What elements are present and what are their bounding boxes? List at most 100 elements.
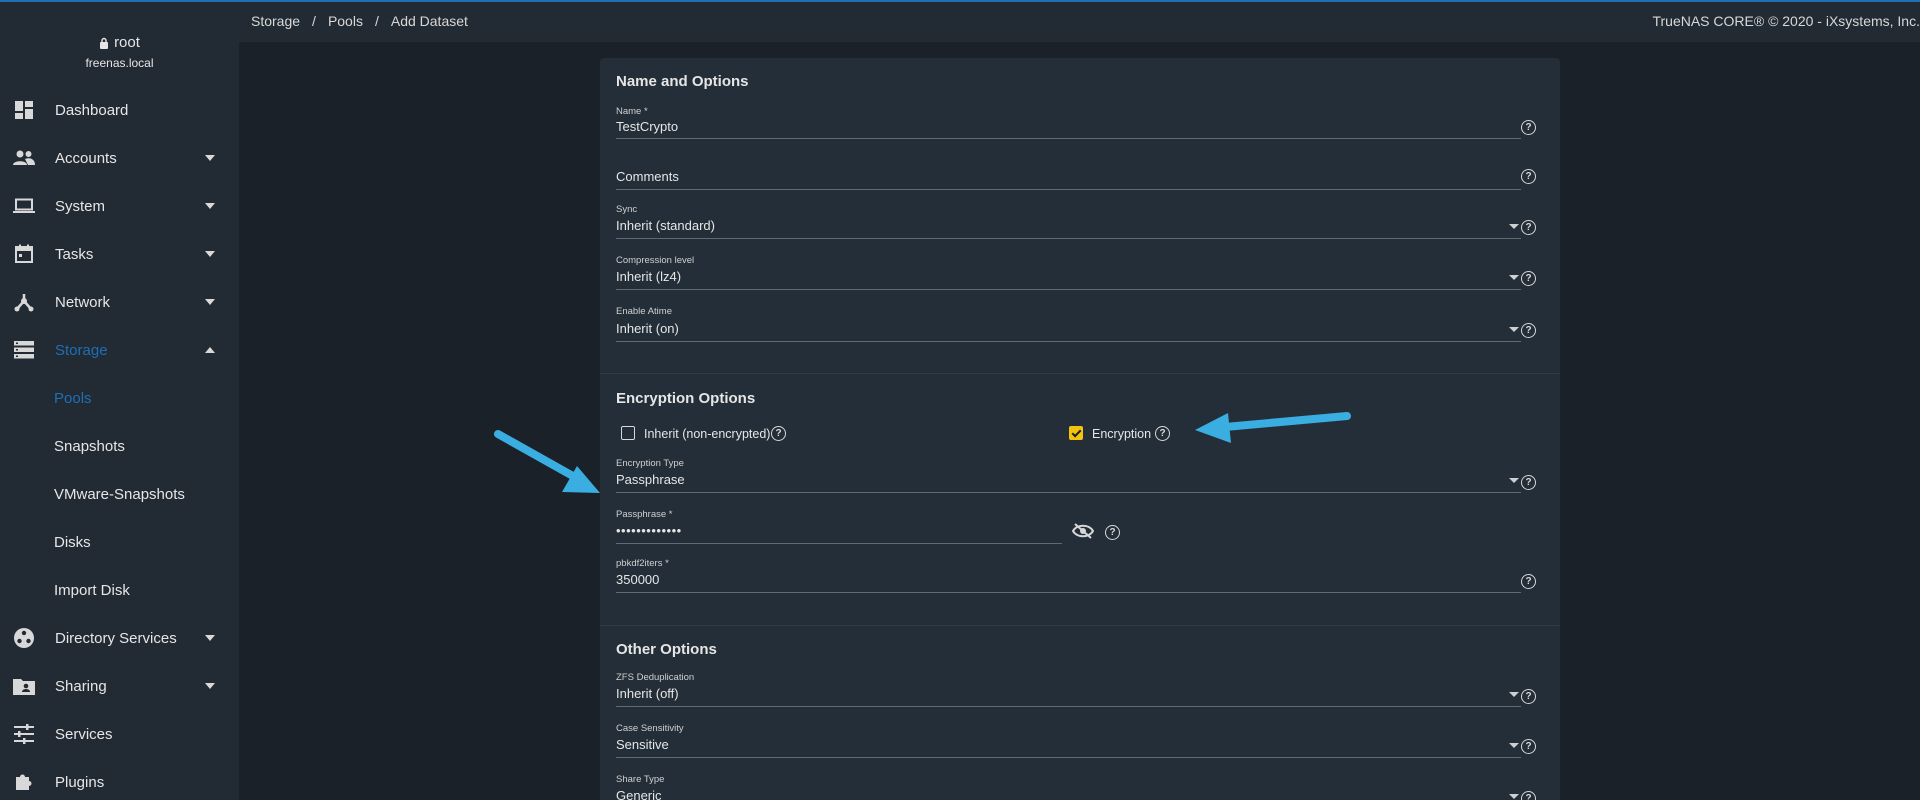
sidebar-item-label: Dashboard	[55, 101, 129, 119]
chevron-down-icon	[205, 299, 215, 305]
help-icon[interactable]: ?	[1521, 689, 1536, 704]
help-icon[interactable]: ?	[1521, 120, 1536, 135]
help-icon[interactable]: ?	[771, 426, 786, 441]
field-underline	[616, 492, 1521, 493]
help-icon[interactable]: ?	[1521, 739, 1536, 754]
lock-icon	[100, 37, 109, 49]
section-title-encryption: Encryption Options	[616, 390, 756, 407]
case-sensitivity-select[interactable]: Case Sensitivity Sensitive	[616, 723, 1521, 759]
pbkdf2iters-label: pbkdf2iters *	[616, 558, 669, 569]
passphrase-value: •••••••••••••	[616, 523, 682, 538]
sidebar-item-directory-services[interactable]: Directory Services	[0, 618, 239, 658]
folder-share-icon	[13, 675, 35, 697]
chevron-down-icon	[1509, 692, 1519, 697]
help-icon[interactable]: ?	[1155, 426, 1170, 441]
user-name: root	[0, 34, 239, 51]
sidebar-item-label: Directory Services	[55, 629, 177, 647]
sidebar-subitem-label: VMware-Snapshots	[54, 485, 185, 503]
help-icon[interactable]: ?	[1521, 271, 1536, 286]
name-value: TestCrypto	[616, 119, 679, 134]
sidebar-item-label: Accounts	[55, 149, 117, 167]
compression-select[interactable]: Compression level Inherit (lz4)	[616, 255, 1521, 291]
chevron-down-icon	[205, 683, 215, 689]
help-icon[interactable]: ?	[1521, 791, 1536, 800]
section-divider	[600, 625, 1560, 626]
sidebar-item-storage[interactable]: Storage	[0, 330, 239, 370]
sidebar-item-accounts[interactable]: Accounts	[0, 138, 239, 178]
sidebar-item-tasks[interactable]: Tasks	[0, 234, 239, 274]
help-icon[interactable]: ?	[1521, 475, 1536, 490]
sync-value: Inherit (standard)	[616, 218, 715, 233]
sidebar-subitem-disks[interactable]: Disks	[0, 522, 239, 562]
passphrase-label: Passphrase *	[616, 509, 673, 520]
encryption-checkbox-label: Encryption	[1092, 427, 1152, 441]
storage-icon	[13, 339, 35, 361]
sidebar-subitem-snapshots[interactable]: Snapshots	[0, 426, 239, 466]
breadcrumb-separator: /	[374, 13, 379, 29]
case-sensitivity-label: Case Sensitivity	[616, 723, 684, 734]
passphrase-field[interactable]: Passphrase * •••••••••••••	[616, 509, 1062, 545]
laptop-icon	[13, 195, 35, 217]
accounts-icon	[13, 147, 35, 169]
sidebar-subitem-pools[interactable]: Pools	[0, 378, 239, 418]
name-label: Name *	[616, 106, 648, 117]
help-icon[interactable]: ?	[1105, 525, 1120, 540]
sidebar-item-label: Sharing	[55, 677, 107, 695]
sidebar-subitem-label: Disks	[54, 533, 91, 551]
sidebar-item-system[interactable]: System	[0, 186, 239, 226]
sidebar-item-label: Tasks	[55, 245, 94, 263]
inherit-checkbox[interactable]	[621, 426, 635, 440]
sidebar-item-label: Network	[55, 293, 111, 311]
sidebar-item-label: Storage	[55, 341, 108, 359]
breadcrumb-pools[interactable]: Pools	[328, 13, 363, 29]
chevron-down-icon	[1509, 743, 1519, 748]
atime-label: Enable Atime	[616, 306, 672, 317]
pbkdf2iters-field[interactable]: pbkdf2iters * 350000	[616, 558, 1521, 594]
share-type-select[interactable]: Share Type Generic	[616, 774, 1521, 800]
sidebar-item-network[interactable]: Network	[0, 282, 239, 322]
help-icon[interactable]: ?	[1521, 169, 1536, 184]
field-underline	[616, 341, 1521, 342]
sync-select[interactable]: Sync Inherit (standard)	[616, 204, 1521, 240]
user-name-label: root	[114, 34, 140, 51]
help-icon[interactable]: ?	[1521, 574, 1536, 589]
sidebar-subitem-label: Snapshots	[54, 437, 125, 455]
sidebar-item-dashboard[interactable]: Dashboard	[0, 90, 239, 130]
inherit-checkbox-label: Inherit (non-encrypted)	[644, 427, 771, 441]
add-dataset-form: Name and Options Name * TestCrypto ? Com…	[600, 58, 1560, 800]
atime-select[interactable]: Enable Atime Inherit (on)	[616, 306, 1521, 342]
chevron-down-icon	[205, 203, 215, 209]
dedup-select[interactable]: ZFS Deduplication Inherit (off)	[616, 672, 1521, 708]
help-icon[interactable]: ?	[1521, 323, 1536, 338]
encryption-checkbox[interactable]	[1069, 426, 1083, 440]
share-type-label: Share Type	[616, 774, 665, 785]
chevron-down-icon	[1509, 327, 1519, 332]
sidebar-item-services[interactable]: Services	[0, 714, 239, 754]
network-icon	[13, 291, 35, 313]
brand-copyright: TrueNAS CORE® © 2020 - iXsystems, Inc.	[1652, 13, 1920, 29]
encryption-type-select[interactable]: Encryption Type Passphrase	[616, 458, 1521, 494]
top-bar: Storage / Pools / Add Dataset TrueNAS CORE…	[239, 2, 1920, 42]
sidebar-subitem-import-disk[interactable]: Import Disk	[0, 570, 239, 610]
comments-field[interactable]: Comments	[616, 156, 1521, 190]
user-host: freenas.local	[85, 56, 154, 70]
tune-icon	[13, 723, 35, 745]
eye-off-icon[interactable]	[1071, 523, 1095, 544]
sidebar-subitem-vmware-snapshots[interactable]: VMware-Snapshots	[0, 474, 239, 514]
sidebar-item-plugins[interactable]: Plugins	[0, 762, 239, 800]
breadcrumb-storage[interactable]: Storage	[251, 13, 300, 29]
help-icon[interactable]: ?	[1521, 220, 1536, 235]
directory-icon	[13, 627, 35, 649]
field-underline	[616, 238, 1521, 239]
compression-label: Compression level	[616, 255, 695, 266]
comments-placeholder: Comments	[616, 169, 679, 184]
encryption-type-value: Passphrase	[616, 472, 685, 487]
field-underline	[616, 189, 1521, 190]
name-field[interactable]: Name * TestCrypto	[616, 106, 1521, 140]
dedup-label: ZFS Deduplication	[616, 672, 695, 683]
sidebar-item-sharing[interactable]: Sharing	[0, 666, 239, 706]
pbkdf2iters-value: 350000	[616, 572, 660, 587]
breadcrumb: Storage / Pools / Add Dataset	[251, 13, 468, 29]
breadcrumb-separator: /	[312, 13, 316, 29]
dashboard-icon	[13, 99, 35, 121]
